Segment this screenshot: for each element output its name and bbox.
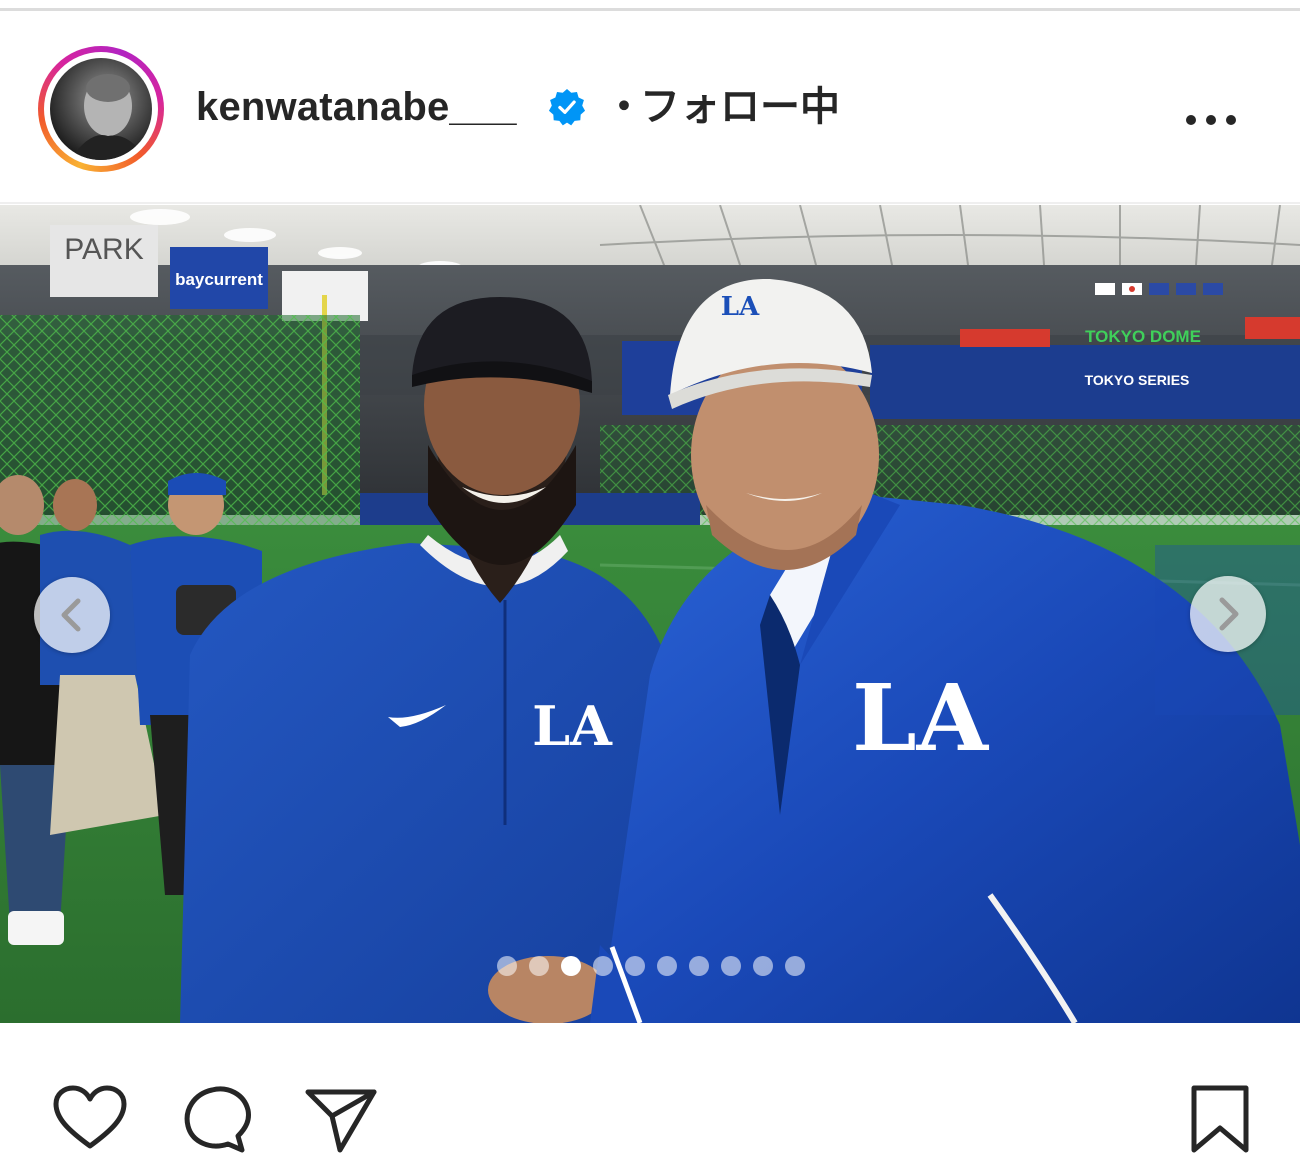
park-sign: PARK	[64, 233, 143, 266]
bookmark-icon[interactable]	[1180, 1084, 1260, 1154]
comment-icon[interactable]	[176, 1084, 256, 1154]
tokyo-series-sign: TOKYO SERIES	[1085, 372, 1190, 388]
carousel-indicator	[497, 956, 805, 978]
shirt-logo: LA	[532, 694, 613, 758]
carousel-dot	[529, 956, 549, 976]
story-ring[interactable]	[38, 46, 164, 172]
tokyo-dome-sign: TOKYO DOME	[1085, 327, 1201, 346]
carousel-dot	[721, 956, 741, 976]
top-divider	[0, 8, 1300, 11]
more-options-icon[interactable]	[1180, 100, 1242, 140]
carousel-dot	[593, 956, 613, 976]
heart-icon[interactable]	[50, 1084, 130, 1154]
carousel-dot	[689, 956, 709, 976]
carousel-dot	[625, 956, 645, 976]
paper-plane-icon[interactable]	[302, 1084, 382, 1154]
chevron-left-icon[interactable]	[34, 577, 110, 653]
baycurrent-sign: baycurrent	[175, 270, 263, 289]
following-button[interactable]: フォロー中	[640, 84, 840, 130]
chevron-right-icon[interactable]	[1190, 576, 1266, 652]
header-divider	[0, 202, 1300, 204]
cap-logo: LA	[721, 292, 760, 322]
carousel-dot	[497, 956, 517, 976]
post-header: kenwatanabe___ ・ フォロー中	[0, 12, 1300, 202]
post-actions	[0, 1070, 1300, 1160]
post-photo[interactable]: PARK baycurrent TOKYO DOME TOKYO SERIES	[0, 205, 1300, 1023]
jacket-logo: LA	[852, 664, 990, 772]
carousel-dot	[785, 956, 805, 976]
verified-badge-icon	[548, 88, 586, 126]
profile-avatar[interactable]	[50, 58, 152, 160]
carousel-dot	[657, 956, 677, 976]
separator-dot: ・	[604, 85, 644, 129]
post-username[interactable]: kenwatanabe___	[196, 84, 517, 130]
carousel-dot	[753, 956, 773, 976]
carousel-dot	[561, 956, 581, 976]
